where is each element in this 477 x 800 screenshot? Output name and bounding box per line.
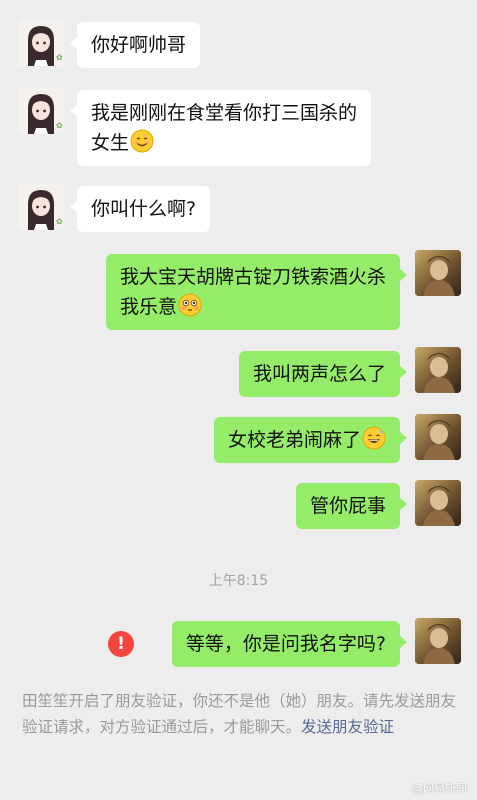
message-bubble-sent-failed[interactable]: 等等，你是问我名字吗? <box>171 621 408 667</box>
send-friend-request-link[interactable]: 发送朋友验证 <box>301 718 394 736</box>
svg-text:✿: ✿ <box>56 53 63 62</box>
message-timestamp: 上午8:15 <box>208 573 269 589</box>
send-failed-icon[interactable]: ! <box>108 631 134 657</box>
message-bubble-sent[interactable]: 我叫两声怎么了 <box>238 351 408 397</box>
my-avatar[interactable] <box>415 414 461 460</box>
contact-avatar[interactable]: ✿ <box>18 88 64 134</box>
svg-text:✿: ✿ <box>56 217 63 226</box>
message-bubble-sent[interactable]: 我大宝天胡牌古锭刀铁索酒火杀 我乐意 <box>105 254 408 330</box>
my-avatar[interactable] <box>415 347 461 393</box>
smile-emoji-icon <box>130 129 154 153</box>
contact-avatar[interactable]: ✿ <box>18 20 64 66</box>
my-avatar[interactable] <box>415 250 461 296</box>
sweat-smile-emoji-icon <box>362 426 386 450</box>
message-bubble-sent[interactable]: 女校老弟闹麻了 <box>213 417 408 463</box>
svg-text:✿: ✿ <box>56 121 63 130</box>
message-bubble-received[interactable]: 我是刚刚在食堂看你打三国杀的 女生 <box>69 90 372 166</box>
message-bubble-received[interactable]: 你好啊帅哥 <box>69 22 201 68</box>
message-bubble-received[interactable]: 你叫什么啊? <box>69 186 211 232</box>
my-avatar[interactable] <box>415 480 461 526</box>
flushed-emoji-icon <box>178 293 202 317</box>
my-avatar[interactable] <box>415 618 461 664</box>
friend-verification-notice: 田笙笙开启了朋友验证，你还不是他（她）朋友。请先发送朋友验证请求，对方验证通过后… <box>22 692 457 736</box>
watermark: @网易新闻 <box>412 782 467 795</box>
chat-window: ✿ 你好啊帅哥 ✿ 我是刚刚在食堂看你打三国杀的 女生 ✿ 你叫什么啊? 我大宝… <box>0 0 477 800</box>
message-bubble-sent[interactable]: 管你屁事 <box>295 483 408 529</box>
contact-avatar[interactable]: ✿ <box>18 184 64 230</box>
